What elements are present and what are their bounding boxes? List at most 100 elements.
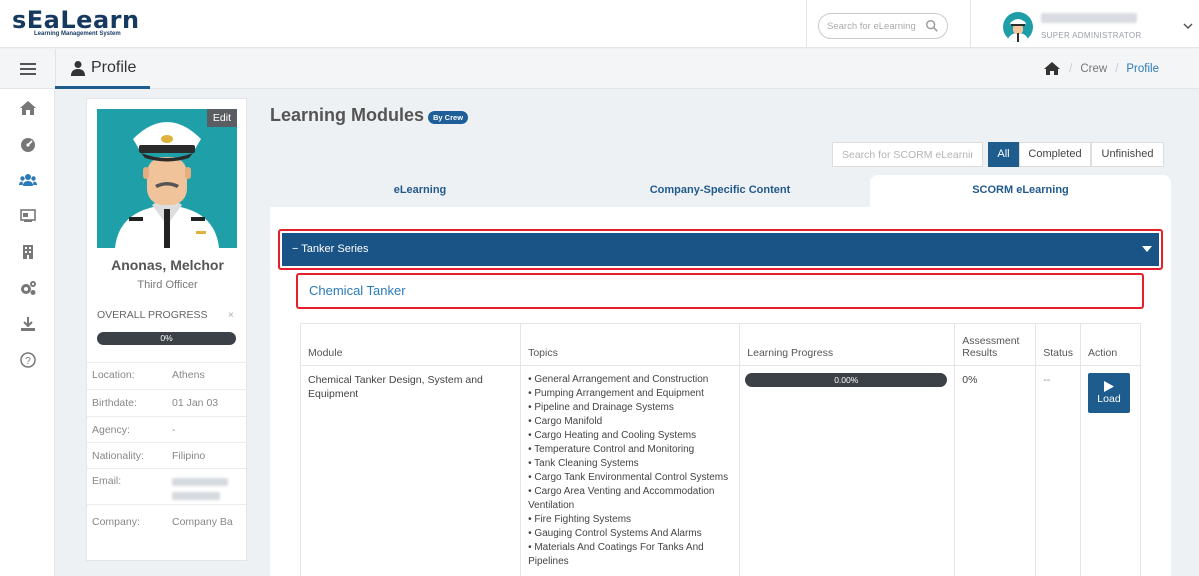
users-icon[interactable] bbox=[19, 171, 37, 189]
topic-item: • Cargo Manifold bbox=[528, 416, 603, 427]
captain-avatar-icon bbox=[1007, 19, 1029, 42]
filter-unfinished-button[interactable]: Unfinished bbox=[1091, 142, 1164, 167]
global-search[interactable] bbox=[818, 13, 948, 39]
topic-item: • Gauging Control Systems And Alarms bbox=[528, 528, 702, 539]
info-row: Agency: - bbox=[87, 416, 246, 443]
edit-photo-button[interactable]: Edit bbox=[206, 109, 237, 127]
global-search-input[interactable] bbox=[827, 20, 923, 32]
topics-list: • General Arrangement and Construction •… bbox=[520, 365, 741, 576]
top-header: sEaLearn Learning Management System SUPE… bbox=[0, 0, 1199, 48]
sub-header: Profile / Crew / Profile bbox=[0, 49, 1199, 89]
page-title-text: Profile bbox=[91, 59, 137, 76]
learning-modules-title: Learning Modules By Crew bbox=[270, 105, 469, 126]
load-button-label: Load bbox=[1097, 392, 1121, 405]
load-button[interactable]: Load bbox=[1087, 373, 1130, 413]
learning-progress-cell: 0.00% bbox=[739, 365, 956, 576]
home-icon[interactable] bbox=[19, 99, 37, 117]
info-value: Athens bbox=[167, 362, 246, 390]
presentation-icon[interactable] bbox=[19, 207, 37, 225]
info-value: Company Ba bbox=[167, 504, 246, 541]
search-icon[interactable] bbox=[925, 19, 939, 33]
topic-item: • Tank Cleaning Systems bbox=[528, 458, 639, 469]
tab-elearning[interactable]: eLearning bbox=[270, 175, 570, 207]
highlight-box bbox=[278, 229, 1163, 270]
profile-card: Edit Anonas, Melchor Third Officer OVERA… bbox=[86, 98, 247, 561]
topic-item: • Cargo Tank Environmental Control Syste… bbox=[528, 472, 729, 483]
filter-completed-button[interactable]: Completed bbox=[1019, 142, 1091, 167]
topic-item: • General Arrangement and Construction bbox=[528, 374, 709, 385]
breadcrumb: / Crew / Profile bbox=[1043, 61, 1159, 76]
col-status: Status bbox=[1035, 323, 1081, 366]
topic-item: • Cargo Area Venting and Accommodation V… bbox=[528, 486, 715, 511]
info-row: Company: Company Ba bbox=[87, 504, 246, 541]
title-underline bbox=[55, 86, 150, 89]
svg-text:?: ? bbox=[25, 356, 31, 367]
tab-scorm-elearning[interactable]: SCORM eLearning bbox=[870, 175, 1171, 207]
left-rail: ? bbox=[0, 89, 55, 576]
overall-progress-label: OVERALL PROGRESS bbox=[97, 309, 208, 321]
topic-item: • Cargo Heating and Cooling Systems bbox=[528, 430, 697, 441]
info-label: Email: bbox=[87, 468, 167, 505]
download-icon[interactable] bbox=[19, 315, 37, 333]
breadcrumb-separator: / bbox=[1069, 62, 1073, 75]
topic-item: • Temperature Control and Monitoring bbox=[528, 444, 695, 455]
info-value: 01 Jan 03 bbox=[167, 389, 246, 417]
user-role: SUPER ADMINISTRATOR bbox=[1041, 31, 1142, 40]
page-title: Profile bbox=[70, 59, 136, 77]
logo-text-2: Learn bbox=[60, 6, 140, 34]
col-module: Module bbox=[299, 323, 522, 366]
info-row: Birthdate: 01 Jan 03 bbox=[87, 389, 246, 417]
menu-icon[interactable] bbox=[20, 62, 36, 76]
breadcrumb-crew[interactable]: Crew bbox=[1080, 63, 1107, 75]
divider bbox=[55, 49, 56, 89]
user-avatar[interactable] bbox=[1003, 12, 1033, 42]
module-status: -- bbox=[1035, 365, 1081, 576]
col-action: Action bbox=[1079, 323, 1142, 366]
crew-rank: Third Officer bbox=[137, 279, 198, 291]
play-icon bbox=[1103, 380, 1114, 392]
overall-progress-bar: 0% bbox=[97, 332, 236, 345]
table-header-row: Module Topics Learning Progress Assessme… bbox=[299, 323, 1142, 366]
close-icon[interactable]: × bbox=[228, 310, 234, 321]
breadcrumb-separator: / bbox=[1115, 62, 1119, 75]
info-label: Company: bbox=[87, 504, 167, 541]
chevron-down-icon[interactable] bbox=[1183, 22, 1193, 30]
cogs-icon[interactable] bbox=[19, 279, 37, 297]
tab-company-specific[interactable]: Company-Specific Content bbox=[570, 175, 870, 207]
profile-photo: Edit bbox=[97, 109, 237, 248]
divider bbox=[970, 0, 971, 48]
divider bbox=[806, 0, 807, 48]
col-topics: Topics bbox=[520, 323, 741, 366]
assessment-result: 0% bbox=[954, 365, 1037, 576]
filter-all-button[interactable]: All bbox=[988, 142, 1019, 167]
building-icon[interactable] bbox=[19, 243, 37, 261]
learning-progress-bar: 0.00% bbox=[745, 373, 948, 387]
email-redacted bbox=[167, 468, 246, 505]
scorm-search-input[interactable] bbox=[832, 142, 983, 167]
by-crew-badge: By Crew bbox=[428, 110, 469, 124]
col-learning-progress: Learning Progress bbox=[739, 323, 956, 366]
user-name-redacted bbox=[1041, 13, 1137, 23]
help-icon[interactable]: ? bbox=[19, 351, 37, 369]
info-value: - bbox=[167, 416, 246, 443]
highlight-box bbox=[296, 273, 1144, 309]
breadcrumb-profile: Profile bbox=[1126, 62, 1159, 75]
table-row: Chemical Tanker Design, System and Equip… bbox=[299, 365, 1142, 576]
captain-portrait-icon bbox=[115, 122, 219, 248]
info-label: Nationality: bbox=[87, 442, 167, 469]
home-icon[interactable] bbox=[1043, 61, 1061, 76]
info-label: Location: bbox=[87, 362, 167, 390]
app-logo[interactable]: sEaLearn Learning Management System bbox=[12, 7, 140, 37]
info-row: Nationality: Filipino bbox=[87, 442, 246, 469]
action-cell: Load bbox=[1079, 365, 1142, 576]
crew-name: Anonas, Melchor bbox=[111, 257, 224, 273]
info-label: Agency: bbox=[87, 416, 167, 443]
module-name: Chemical Tanker Design, System and Equip… bbox=[299, 365, 522, 576]
topic-item: • Pipeline and Drainage Systems bbox=[528, 402, 674, 413]
info-row: Email: bbox=[87, 468, 246, 505]
logo-text-1: sEa bbox=[12, 6, 61, 34]
learning-modules-heading: Learning Modules bbox=[270, 105, 425, 125]
dashboard-icon[interactable] bbox=[19, 135, 37, 153]
topic-item: • Fire Fighting Systems bbox=[528, 514, 632, 525]
col-assessment-results: Assessment Results bbox=[954, 323, 1037, 366]
